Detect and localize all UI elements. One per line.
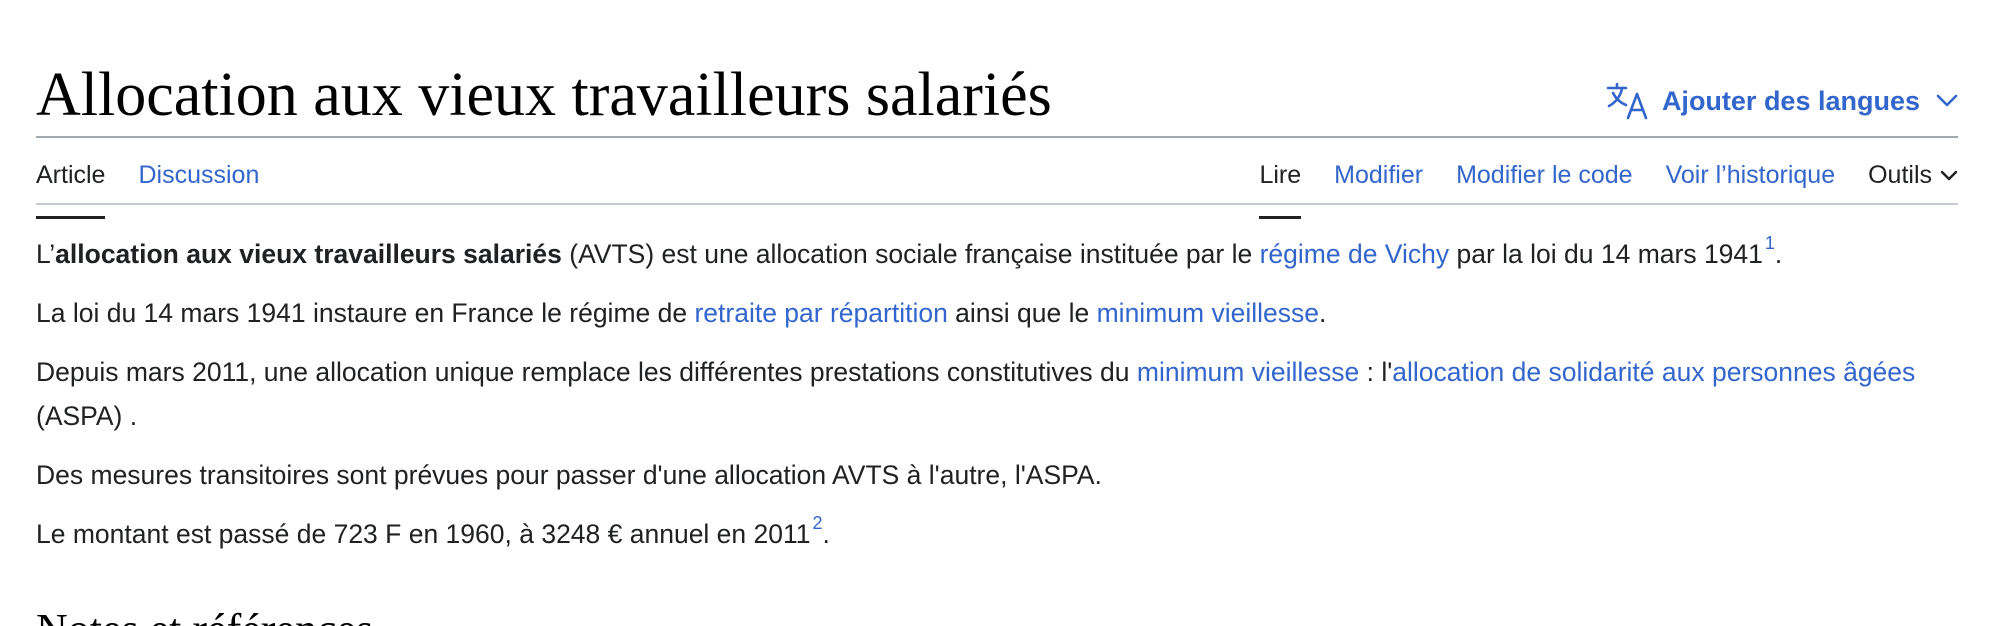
namespace-tabs: Article Discussion <box>36 150 292 219</box>
section-heading-notes: Notes et références <box>36 604 373 626</box>
chevron-down-icon <box>1936 94 1958 107</box>
link-minimum-vieillesse[interactable]: minimum vieillesse <box>1097 298 1319 328</box>
add-languages-label: Ajouter des langues <box>1661 85 1920 116</box>
bold-term: allocation aux vieux travailleurs salari… <box>55 239 562 269</box>
paragraph: L’allocation aux vieux travailleurs sala… <box>36 233 1783 269</box>
reference-2[interactable]: 2 <box>813 513 823 533</box>
tab-discussion[interactable]: Discussion <box>138 150 259 203</box>
paragraph: Le montant est passé de 723 F en 1960, à… <box>36 513 830 549</box>
article-page: Allocation aux vieux travailleurs salari… <box>0 0 2010 626</box>
page-tabs: Article Discussion Lire Modifier Modifie… <box>36 150 1958 219</box>
reference-1[interactable]: 1 <box>1765 233 1775 253</box>
paragraph: Depuis mars 2011, une allocation unique … <box>36 357 1916 431</box>
link-aspa[interactable]: allocation de solidarité aux personnes â… <box>1392 357 1915 387</box>
link-regime-de-vichy[interactable]: régime de Vichy <box>1260 239 1450 269</box>
link-retraite-par-repartition[interactable]: retraite par répartition <box>694 298 947 328</box>
view-tabs: Lire Modifier Modifier le code Voir l’hi… <box>1226 150 1958 219</box>
tab-history[interactable]: Voir l’historique <box>1666 150 1836 203</box>
tab-article[interactable]: Article <box>36 150 106 219</box>
title-bar: Allocation aux vieux travailleurs salari… <box>36 58 1958 138</box>
tab-edit-source[interactable]: Modifier le code <box>1456 150 1632 203</box>
tools-menu[interactable]: Outils <box>1868 150 1958 203</box>
tab-read[interactable]: Lire <box>1259 150 1301 219</box>
article-body: L’allocation aux vieux travailleurs sala… <box>36 232 1958 571</box>
link-minimum-vieillesse[interactable]: minimum vieillesse <box>1137 357 1359 387</box>
paragraph: Des mesures transitoires sont prévues po… <box>36 460 1102 490</box>
add-languages-button[interactable]: Ajouter des langues <box>1606 82 1958 120</box>
tools-label: Outils <box>1868 161 1932 189</box>
paragraph: La loi du 14 mars 1941 instaure en Franc… <box>36 298 1327 328</box>
chevron-down-icon <box>1940 170 1958 181</box>
page-title: Allocation aux vieux travailleurs salari… <box>36 61 1052 129</box>
tab-edit[interactable]: Modifier <box>1334 150 1423 203</box>
translate-icon <box>1606 82 1648 120</box>
